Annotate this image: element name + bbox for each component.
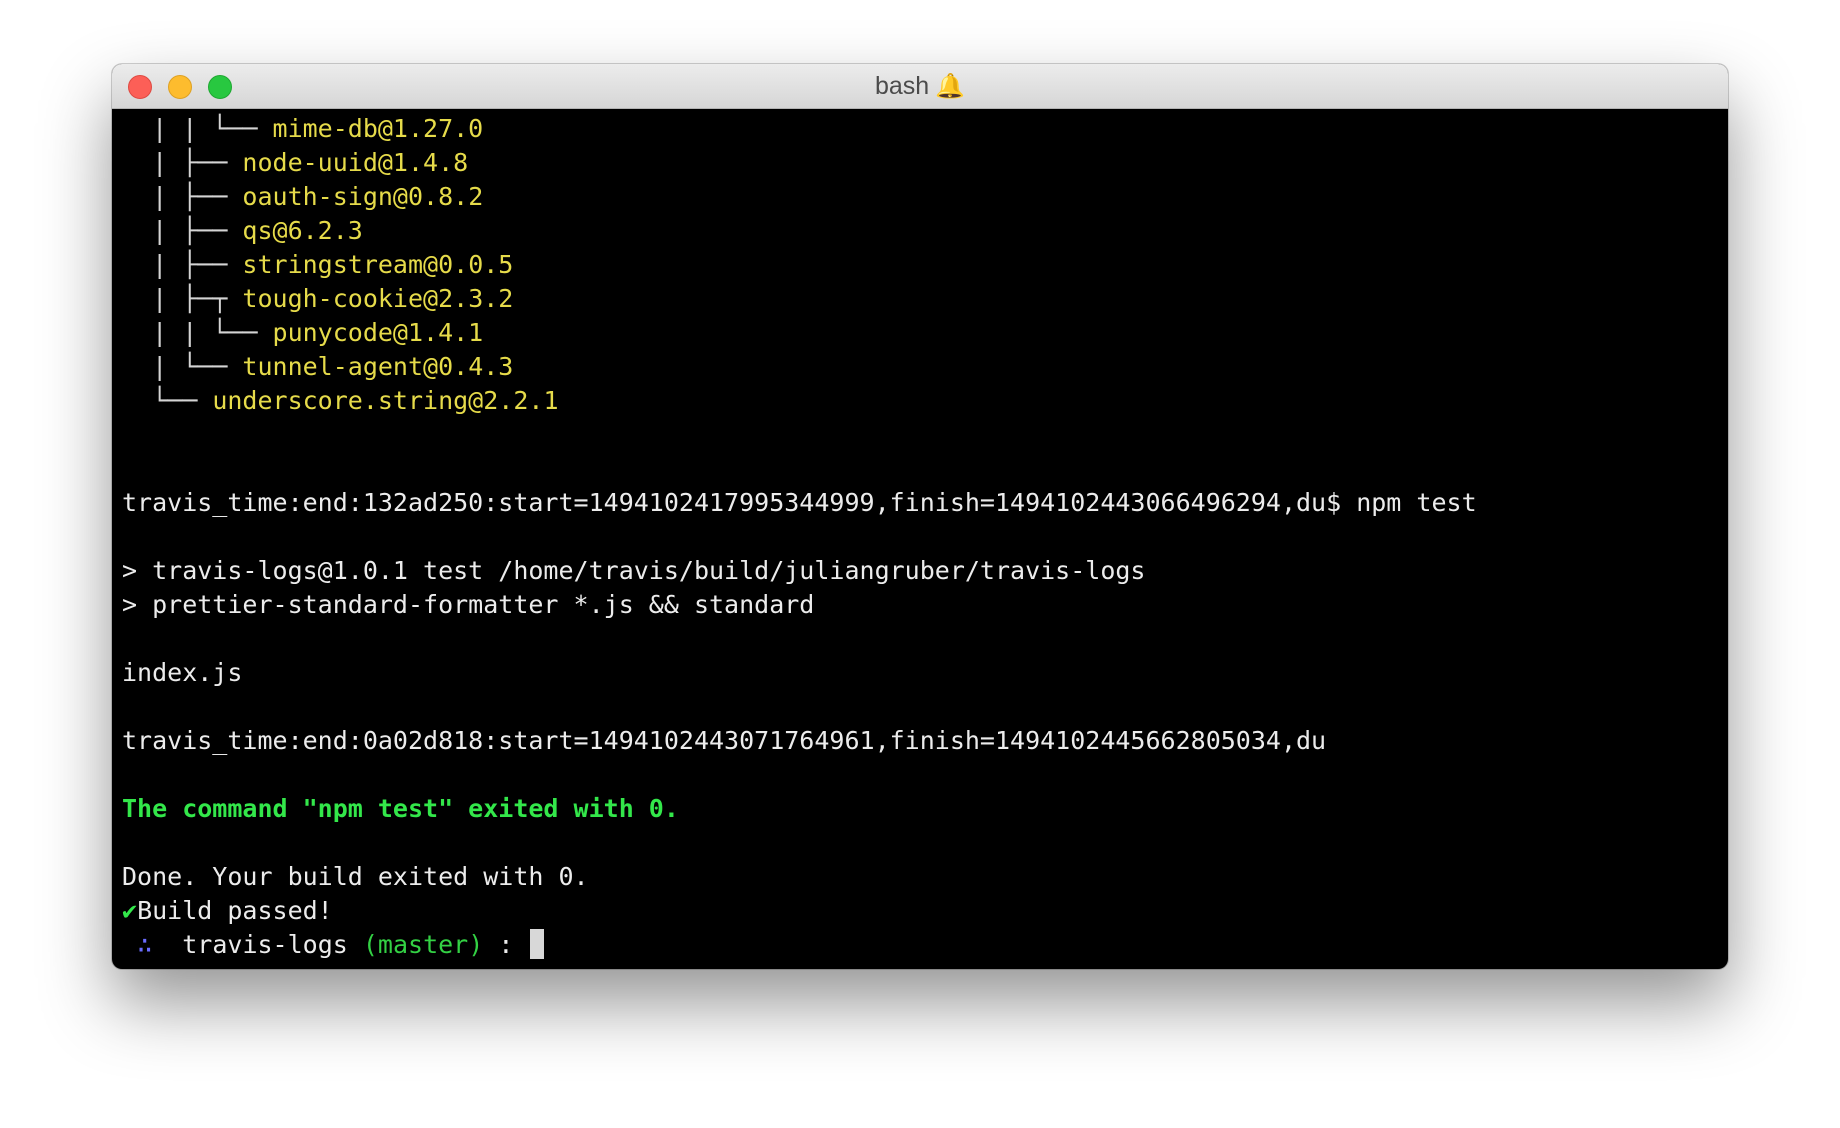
package-name: tough-cookie@2.3.2 — [242, 284, 514, 313]
package-name: punycode@1.4.1 — [272, 318, 484, 347]
prompt-directory: travis-logs — [182, 930, 348, 959]
tree-prefix: | ├── — [122, 182, 243, 211]
command-result-line: The command "npm test" exited with 0. — [122, 794, 679, 823]
package-name: node-uuid@1.4.8 — [242, 148, 469, 177]
travis-time-line: travis_time:end:132ad250:start=149410241… — [122, 488, 1477, 517]
done-line: Done. Your build exited with 0. — [122, 862, 589, 891]
terminal-output[interactable]: | | └── mime-db@1.27.0 | ├── node-uuid@1… — [122, 112, 1718, 969]
tree-prefix: | ├── — [122, 148, 243, 177]
tree-prefix: | ├─┬ — [122, 284, 243, 313]
shell-prompt[interactable]: ∴ travis-logs (master) : — [122, 928, 1718, 962]
tree-prefix: | ├── — [122, 250, 243, 279]
package-name: mime-db@1.27.0 — [272, 114, 484, 143]
terminal-window: bash 🔔 | | └── mime-db@1.27.0 | ├── node-… — [112, 64, 1728, 969]
tree-prefix: └── — [122, 386, 213, 415]
title-bar[interactable]: bash 🔔 — [112, 64, 1728, 109]
travis-time-line: travis_time:end:0a02d818:start=149410244… — [122, 726, 1327, 755]
tree-line: | ├── stringstream@0.0.5 — [122, 248, 1718, 282]
tree-line: | └── tunnel-agent@0.4.3 — [122, 350, 1718, 384]
package-name: stringstream@0.0.5 — [242, 250, 514, 279]
text-cursor[interactable] — [530, 929, 545, 959]
window-title-text: bash — [874, 72, 930, 100]
package-name: underscore.string@2.2.1 — [212, 386, 559, 415]
prompt-glyph: ∴ — [137, 930, 153, 959]
prompt-separator: : — [498, 930, 514, 959]
tree-line: | | └── mime-db@1.27.0 — [122, 112, 1718, 146]
prompt-branch: (master) — [362, 930, 484, 959]
tree-line: | ├── oauth-sign@0.8.2 — [122, 180, 1718, 214]
tree-prefix: | └── — [122, 352, 243, 381]
tree-prefix: | ├── — [122, 216, 243, 245]
window-title: bash 🔔 — [112, 64, 1728, 109]
check-icon: ✔ — [122, 896, 138, 925]
build-status-line: ✔Build passed! — [122, 894, 1718, 928]
bell-icon: 🔔 — [935, 73, 966, 100]
tree-line: | | └── punycode@1.4.1 — [122, 316, 1718, 350]
package-name: oauth-sign@0.8.2 — [242, 182, 484, 211]
npm-script-line: > travis-logs@1.0.1 test /home/travis/bu… — [122, 556, 1146, 585]
tree-prefix: | | └── — [122, 114, 273, 143]
npm-script-line: > prettier-standard-formatter *.js && st… — [122, 590, 815, 619]
package-name: tunnel-agent@0.4.3 — [242, 352, 514, 381]
tree-line: | ├── node-uuid@1.4.8 — [122, 146, 1718, 180]
build-passed-text: Build passed! — [137, 896, 333, 925]
file-line: index.js — [122, 658, 243, 687]
tree-prefix: | | └── — [122, 318, 273, 347]
tree-line: | ├── qs@6.2.3 — [122, 214, 1718, 248]
tree-line: | ├─┬ tough-cookie@2.3.2 — [122, 282, 1718, 316]
tree-line: └── underscore.string@2.2.1 — [122, 384, 1718, 418]
package-name: qs@6.2.3 — [242, 216, 363, 245]
